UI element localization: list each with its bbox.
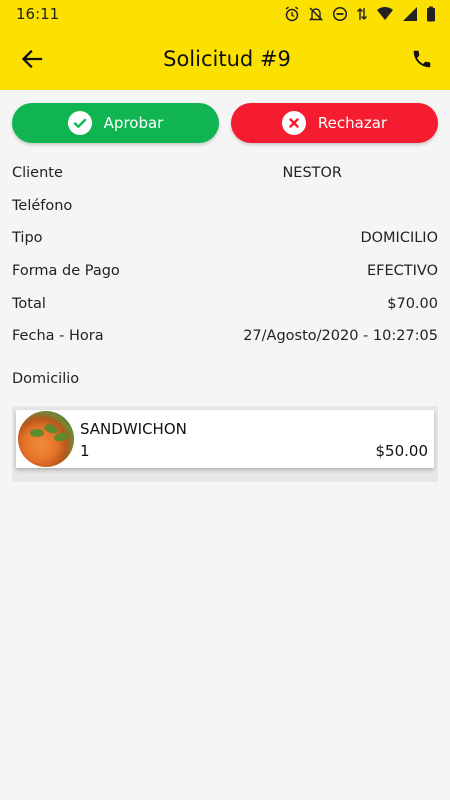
detail-row-total: Total $70.00 [12,287,438,320]
status-bar: 16:11 [0,0,450,28]
detail-value: $70.00 [387,295,438,312]
approve-label: Aprobar [103,114,164,132]
detail-value: DOMICILIO [360,230,438,247]
close-icon [281,111,306,135]
product-info: SANDWICHON 1 $50.00 [74,418,434,460]
arrow-back-icon [21,49,43,69]
product-list: SANDWICHON 1 $50.00 [12,405,438,482]
reject-button[interactable]: Rechazar [231,103,438,143]
detail-row-client: Cliente NESTOR [12,157,438,190]
page-title: Solicitud #9 [163,47,291,71]
alarm-icon [285,6,299,22]
signal-icon [403,7,417,21]
product-quantity: 1 [80,441,90,460]
call-button[interactable] [408,45,436,73]
detail-value: 27/Agosto/2020 - 10:27:05 [243,328,438,345]
battery-icon [427,6,435,22]
address-label: Domicilio [12,370,80,387]
app-bar: Solicitud #9 [0,28,450,90]
product-name: SANDWICHON [80,419,187,438]
detail-label: Tipo [12,230,43,247]
detail-label: Fecha - Hora [12,328,104,345]
data-transfer-icon [357,8,367,20]
phone-icon [413,50,431,68]
approve-button[interactable]: Aprobar [12,103,219,143]
detail-row-phone: Teléfono [12,190,438,223]
wifi-icon [377,6,393,20]
detail-row-type: Tipo DOMICILIO [12,222,438,255]
detail-label: Total [12,295,46,312]
product-image [18,410,74,467]
status-time: 16:11 [16,5,60,23]
do-not-disturb-icon [332,6,348,22]
status-icons [284,6,436,22]
action-buttons: Aprobar Rechazar [0,90,450,143]
detail-value: NESTOR [282,165,342,182]
check-icon [67,111,92,135]
reject-label: Rechazar [317,114,388,132]
detail-label: Forma de Pago [12,263,120,280]
order-details: Cliente NESTOR Teléfono Tipo DOMICILIO F… [0,157,450,353]
product-item[interactable]: SANDWICHON 1 $50.00 [16,409,434,468]
product-price: $50.00 [375,441,429,460]
back-button[interactable] [18,45,46,73]
notifications-off-icon [308,7,324,21]
detail-label: Cliente [12,165,63,182]
detail-label: Teléfono [12,197,73,214]
detail-row-datetime: Fecha - Hora 27/Agosto/2020 - 10:27:05 [12,320,438,353]
detail-row-payment: Forma de Pago EFECTIVO [12,255,438,288]
detail-value: EFECTIVO [367,263,438,280]
product-meta: 1 $50.00 [80,442,428,460]
